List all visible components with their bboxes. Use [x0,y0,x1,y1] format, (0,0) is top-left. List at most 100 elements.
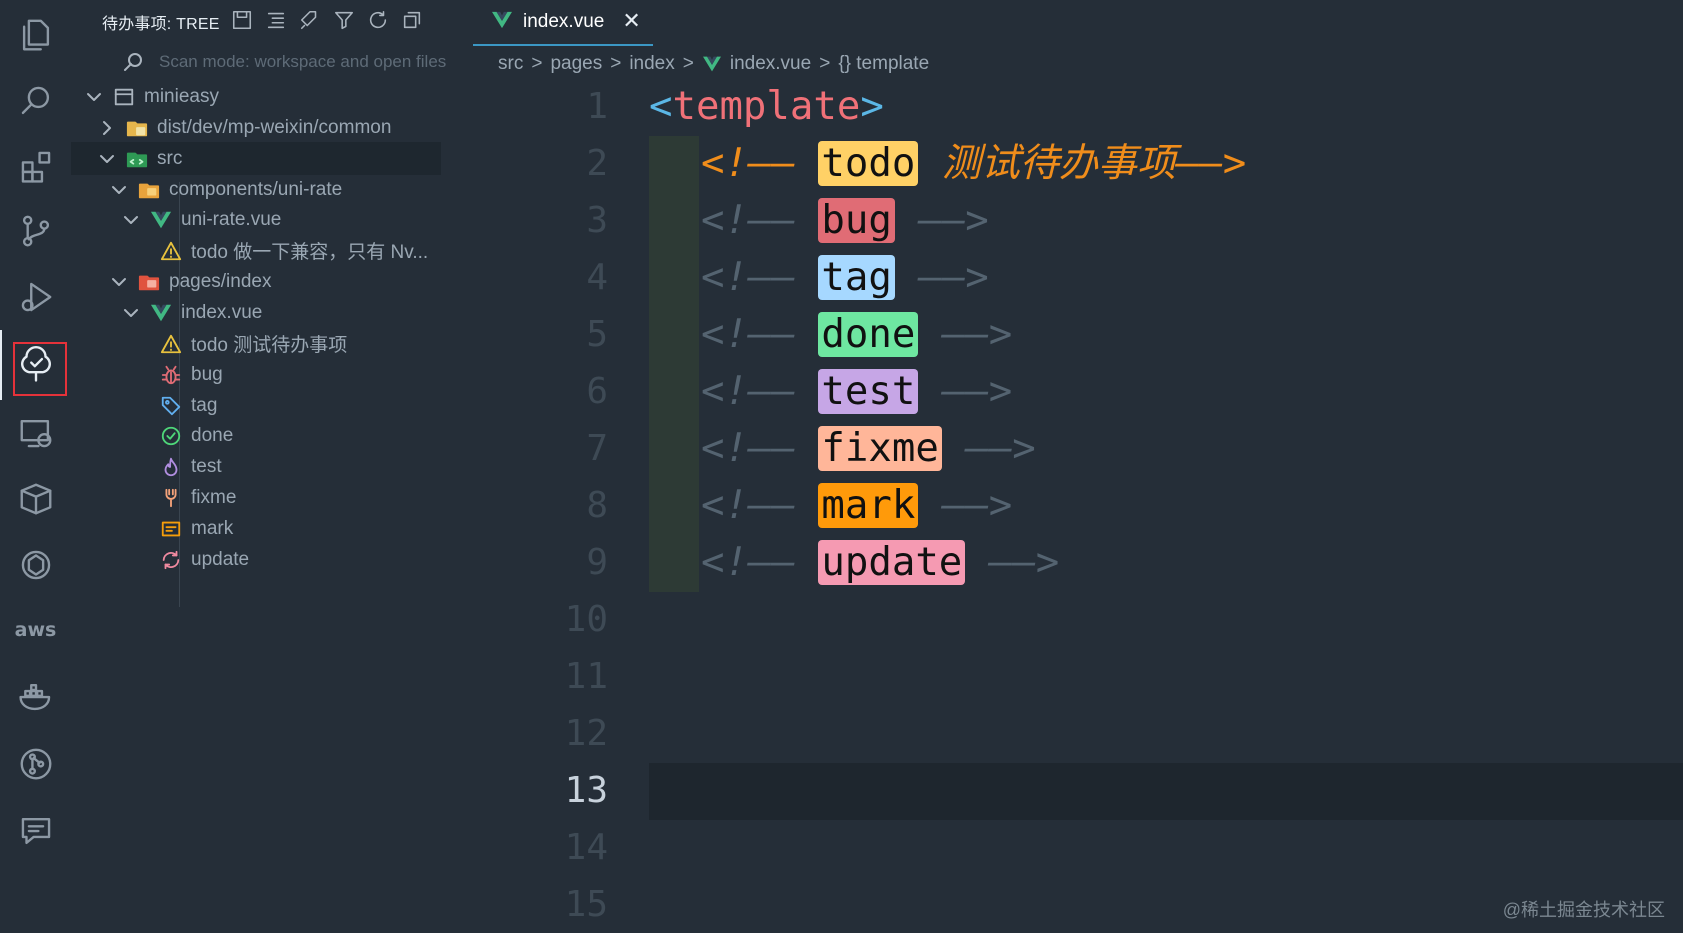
comment-block-highlight [649,136,699,592]
chevron-down-icon [121,210,141,230]
keyword-highlight-fixme: fixme [818,426,942,471]
vue-icon [491,10,513,34]
save-icon[interactable] [231,9,253,35]
comment-close: ——> [941,483,1013,528]
run-debug-icon[interactable] [0,262,71,332]
search-icon [124,53,142,71]
tree-item-label: update [191,548,250,570]
todo-tree-sidebar: 待办事项: TREE Scan mode: workspace and open… [71,0,473,932]
tags-icon[interactable] [299,9,321,35]
list-view-icon[interactable] [265,9,287,35]
refresh-icon[interactable] [367,9,389,35]
breadcrumb-template[interactable]: {} template [838,53,929,75]
breadcrumb-src[interactable]: src [498,53,523,75]
chevron-down-icon [84,87,104,107]
chat-icon[interactable] [0,796,71,866]
tree-item-label: tag [191,394,218,416]
collapse-all-icon[interactable] [401,9,423,35]
code-line-update: <!—— update ——> [701,534,1059,591]
tree-item-fixme[interactable]: fixme [159,481,236,514]
tree-item-done[interactable]: done [159,419,233,452]
aws-icon[interactable]: aws [0,595,71,665]
search-icon[interactable] [0,66,71,136]
tree-item-label: fixme [191,486,237,508]
keyword-highlight-bug: bug [818,198,895,243]
tree-root[interactable]: minieasy [84,80,219,113]
folder-dist-icon [125,116,149,140]
tree-folder-dist[interactable]: dist/dev/mp-weixin/common [97,111,391,144]
tree-file-uni-rate-label: uni-rate.vue [181,208,282,230]
tree-item-label: bug [191,363,223,385]
todo-comment-text: 测试待办事项 [941,141,1176,186]
keyword-highlight-tag: tag [818,255,895,300]
scan-mode-text: Scan mode: workspace and open files [159,52,447,71]
line-number: 15 [564,884,608,925]
line-number: 1 [586,86,608,127]
chevron-down-icon [109,272,129,292]
tree-item-test[interactable]: test [159,450,222,483]
comment-close: ——> [918,198,989,243]
comment-open: <!—— [701,540,819,585]
tree-folder-components-label: components/uni-rate [169,178,343,200]
sidebar-title: 待办事项: TREE [102,16,220,33]
code-line-bug: <!—— bug ——> [701,192,989,249]
code-line-done: <!—— done ——> [701,306,1012,363]
extensions-icon[interactable] [0,131,71,201]
chatgpt-icon[interactable] [0,530,71,600]
comment-close: ——> [941,369,1013,414]
line-number: 2 [586,143,608,184]
tree-file-index[interactable]: index.vue [121,296,262,329]
package-icon[interactable] [0,464,71,534]
breadcrumb-pages[interactable]: pages [550,53,602,75]
code-line-test: <!—— test ——> [701,363,1012,420]
tree-item-tag[interactable]: tag [159,389,217,422]
line-number-current: 13 [564,770,608,811]
tree-item-label: done [191,424,234,446]
bug-icon [159,363,183,387]
tree-folder-src[interactable]: src [71,142,441,175]
comment-open: <!—— [701,369,819,414]
tab-label: index.vue [523,11,605,32]
chevron-down-icon [97,149,117,169]
folder-components-icon [137,178,161,202]
chevron-right-icon [97,118,117,138]
tree-item-bug[interactable]: bug [159,358,223,391]
tab-index-vue[interactable]: index.vue ✕ [473,0,653,46]
docker-icon[interactable] [0,662,71,732]
chevron-down-icon [109,180,129,200]
breadcrumb-file[interactable]: index.vue [730,53,811,75]
close-icon[interactable]: ✕ [622,11,640,33]
comment-open: <!—— [701,483,819,528]
tree-folder-components[interactable]: components/uni-rate [109,173,342,206]
keyword-highlight-todo: todo [818,141,919,186]
tag-icon [159,394,183,418]
tree-folder-pages-label: pages/index [169,270,272,292]
tree-folder-pages[interactable]: pages/index [109,265,271,298]
tree-file-uni-rate[interactable]: uni-rate.vue [121,203,281,236]
tree-item-label: mark [191,517,234,539]
source-control-icon[interactable] [0,196,71,266]
todo-tree-icon[interactable] [0,330,71,400]
tree-todo-uni-rate-label: todo 做一下兼容，只有 Nv... [191,242,429,263]
code-line-fixme: <!—— fixme ——> [701,420,1036,477]
tree-item-update[interactable]: update [159,543,249,576]
watermark: @稀土掘金技术社区 [1502,900,1665,920]
comment-open: <!—— [701,141,819,186]
remote-explorer-icon[interactable] [0,398,71,468]
breadcrumb-separator: > [531,53,543,74]
tag-bracket-open: < [649,84,673,129]
explorer-icon[interactable] [0,0,71,70]
filter-icon[interactable] [333,9,355,35]
tree-item-todo[interactable]: todo 测试待办事项 [159,327,347,360]
tree-todo-uni-rate[interactable]: todo 做一下兼容，只有 Nv... [159,234,428,267]
sync-icon [159,548,183,572]
folder-pages-icon [137,270,161,294]
current-line-highlight [649,763,1683,820]
comment-close: ——> [988,540,1060,585]
code-editor[interactable]: 1 2 3 4 5 6 7 8 9 10 11 12 13 14 15 <tem… [473,78,1683,932]
comment-open: <!—— [701,255,819,300]
breadcrumb-index[interactable]: index [629,53,674,75]
tree-item-mark[interactable]: mark [159,512,233,545]
git-graph-icon[interactable] [0,729,71,799]
code-line-template: <template> [649,78,884,135]
